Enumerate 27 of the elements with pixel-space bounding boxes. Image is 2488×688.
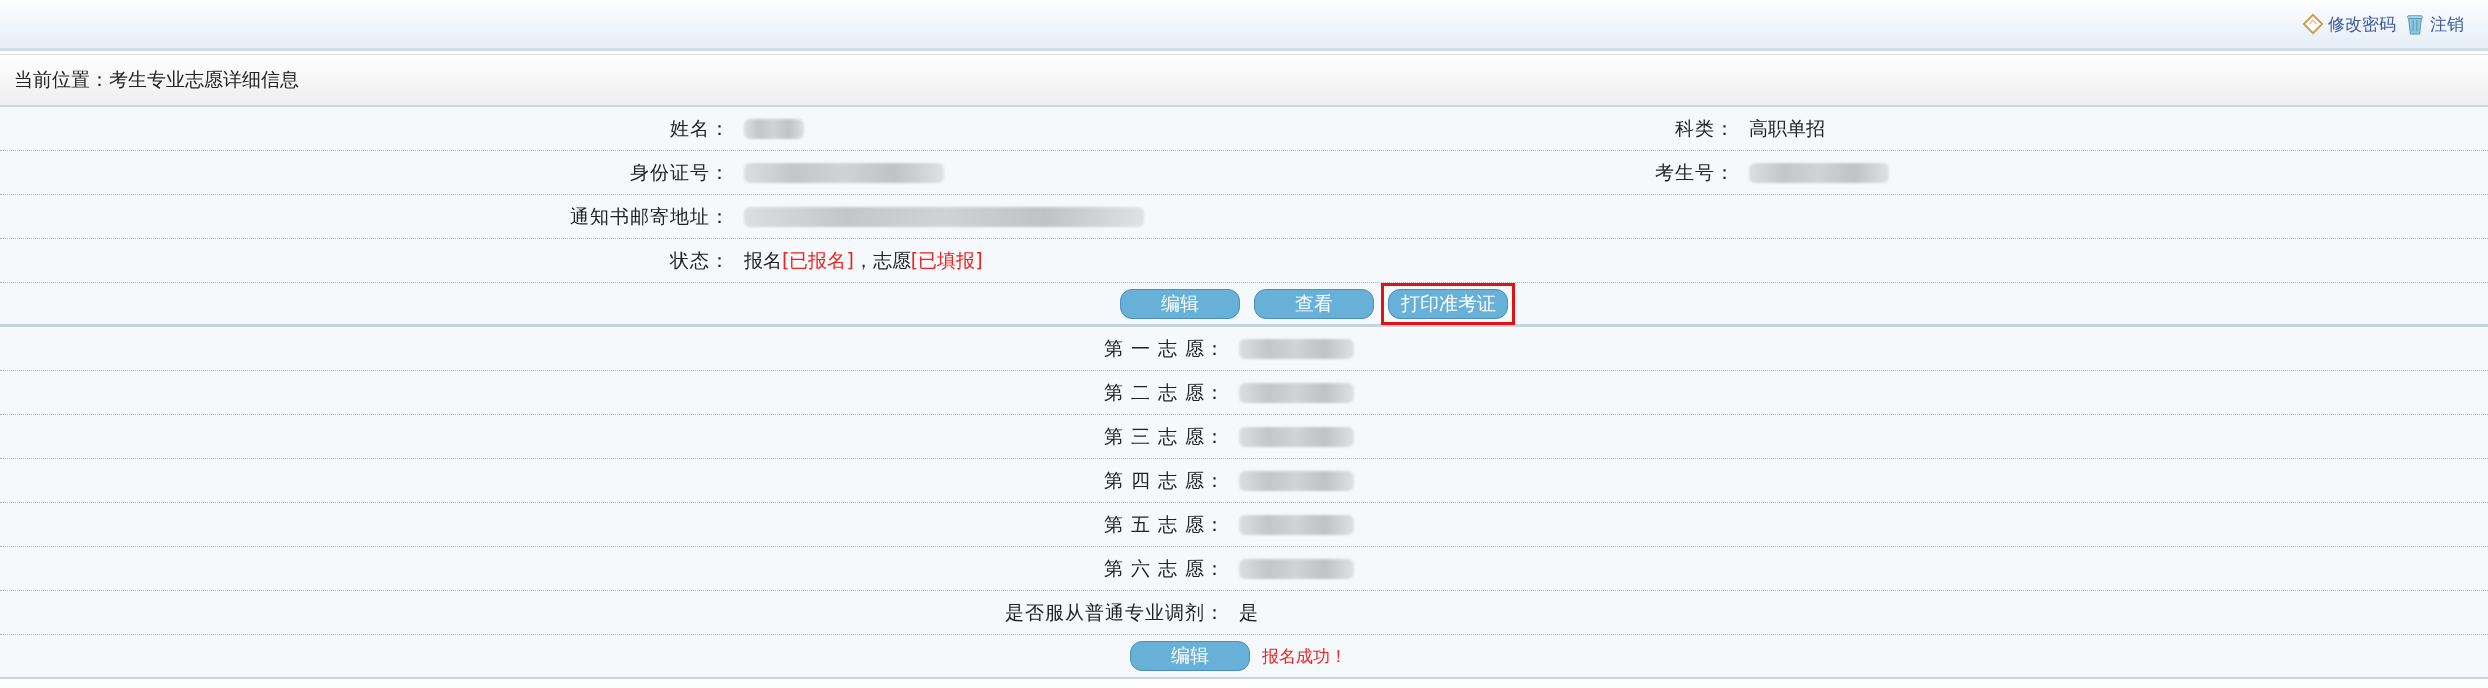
action-button[interactable]: 编辑 (1120, 288, 1240, 319)
action-button[interactable]: 打印准考证 (1388, 288, 1508, 319)
field-label: 通知书邮寄地址： (569, 203, 730, 229)
trash-icon (2404, 13, 2426, 35)
field-label: 身份证号： (629, 159, 730, 185)
choice-label: 第 五 志 愿： (1102, 511, 1225, 537)
field-label: 状态： (669, 247, 730, 273)
choice-label: 第 六 志 愿： (1102, 555, 1225, 581)
choice-label: 第 三 志 愿： (1102, 423, 1225, 449)
field-label: 是否服从普通专业调剂： (1004, 599, 1225, 625)
field-value: 高职单招 (1749, 115, 1825, 141)
choice-label: 第 四 志 愿： (1102, 467, 1225, 493)
field-value: 是 (1239, 599, 1258, 625)
choice-label: 第 二 志 愿： (1102, 379, 1225, 405)
blurred-value (744, 118, 804, 139)
breadcrumb: 当前位置：考生专业志愿详细信息 (14, 67, 299, 92)
success-message: 报名成功！ (1262, 644, 1347, 668)
note-icon (2302, 13, 2324, 35)
choice-label: 第 一 志 愿： (1102, 335, 1225, 361)
field-label: 考生号： (1654, 159, 1735, 185)
status-text: 报名[已报名]，志愿[已填报] (744, 247, 983, 273)
edit-button[interactable]: 编辑 (1130, 641, 1250, 671)
header-link[interactable]: 修改密码 (2302, 12, 2396, 36)
field-label: 科类： (1674, 115, 1735, 141)
action-button[interactable]: 查看 (1254, 288, 1374, 319)
header-link[interactable]: 注销 (2404, 12, 2464, 36)
field-label: 姓名： (669, 115, 730, 141)
